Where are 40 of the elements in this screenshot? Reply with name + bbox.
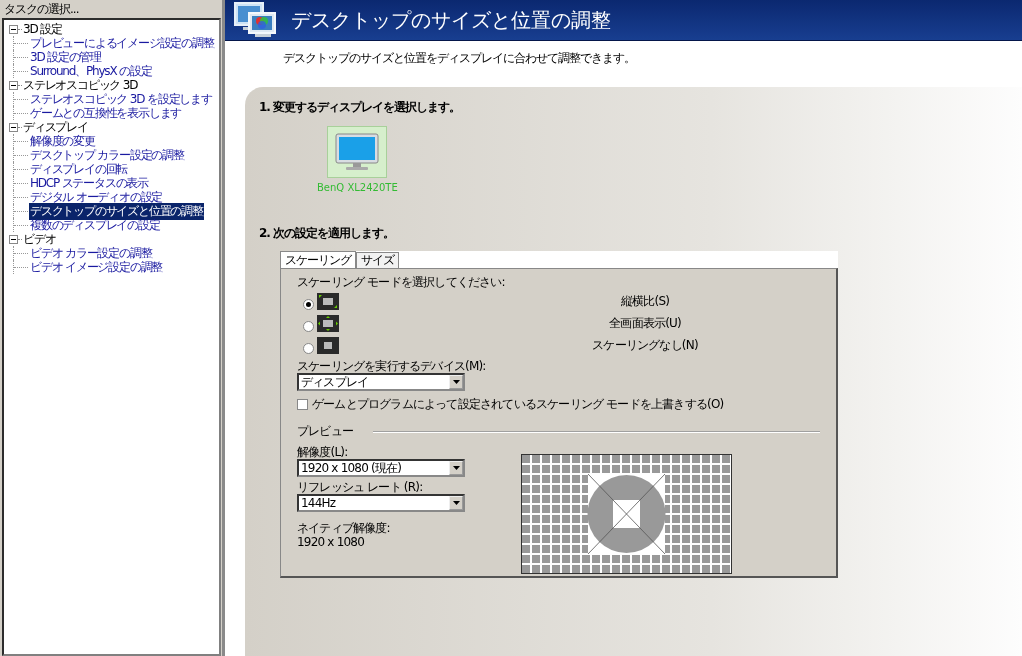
- display-tile[interactable]: [327, 126, 388, 178]
- tab[interactable]: サイズ: [356, 252, 399, 268]
- task-pane-title: タスクの選択...: [3, 1, 80, 18]
- checkbox-label: ゲームとプログラムによって設定されているスケーリング モードを上書きする(O): [312, 396, 724, 413]
- display-color-icon: [233, 1, 279, 39]
- scale-fullscreen-icon: [317, 314, 339, 332]
- device-dropdown[interactable]: ディスプレイ: [297, 373, 465, 391]
- dropdown-arrow-icon: [452, 501, 460, 505]
- collapse-icon[interactable]: [9, 80, 18, 90]
- dropdown-arrow-icon: [452, 466, 460, 470]
- radio-button[interactable]: [303, 320, 314, 332]
- collapse-icon[interactable]: [9, 234, 18, 244]
- collapse-icon[interactable]: [9, 122, 18, 132]
- native-resolution-value: 1920 x 1080: [297, 535, 365, 549]
- field-label: スケーリングを実行するデバイス(M):: [297, 358, 487, 373]
- refresh-rate-dropdown[interactable]: 144Hz: [297, 494, 465, 512]
- field-label: 解像度(L):: [297, 444, 349, 459]
- page-description: デスクトップのサイズと位置をディスプレイに合わせて調整できます。: [283, 50, 636, 67]
- radio-button[interactable]: [303, 298, 314, 310]
- collapse-icon[interactable]: [9, 24, 18, 34]
- mode-label: 縦横比(S): [619, 292, 671, 310]
- field-label: ネイティブ解像度:: [297, 520, 391, 535]
- page-title: デスクトップのサイズと位置の調整: [291, 6, 611, 34]
- tree-item[interactable]: デスクトップのサイズと位置の調整: [29, 202, 204, 220]
- section-heading: 2. 次の設定を適用します。: [259, 225, 396, 242]
- mode-label: スケーリングなし(N): [591, 336, 699, 354]
- tab[interactable]: スケーリング: [280, 251, 356, 268]
- dropdown-arrow-icon: [452, 380, 460, 384]
- checkbox[interactable]: [297, 399, 308, 410]
- section-heading: 1. 変更するディスプレイを選択します。: [259, 99, 462, 116]
- radio-button[interactable]: [303, 342, 314, 354]
- field-label: リフレッシュ レート (R):: [297, 479, 424, 494]
- mode-label: 全画面表示(U): [608, 314, 682, 332]
- mode-prompt: スケーリング モードを選択してください:: [297, 274, 506, 290]
- no-scaling-icon: [317, 336, 339, 354]
- monitor-icon: [335, 133, 380, 171]
- scale-aspect-icon: [317, 292, 339, 310]
- display-name: BenQ XL2420TE: [317, 182, 398, 193]
- preview-heading: プレビュー: [297, 423, 353, 440]
- resolution-dropdown[interactable]: 1920 x 1080 (現在): [297, 459, 465, 477]
